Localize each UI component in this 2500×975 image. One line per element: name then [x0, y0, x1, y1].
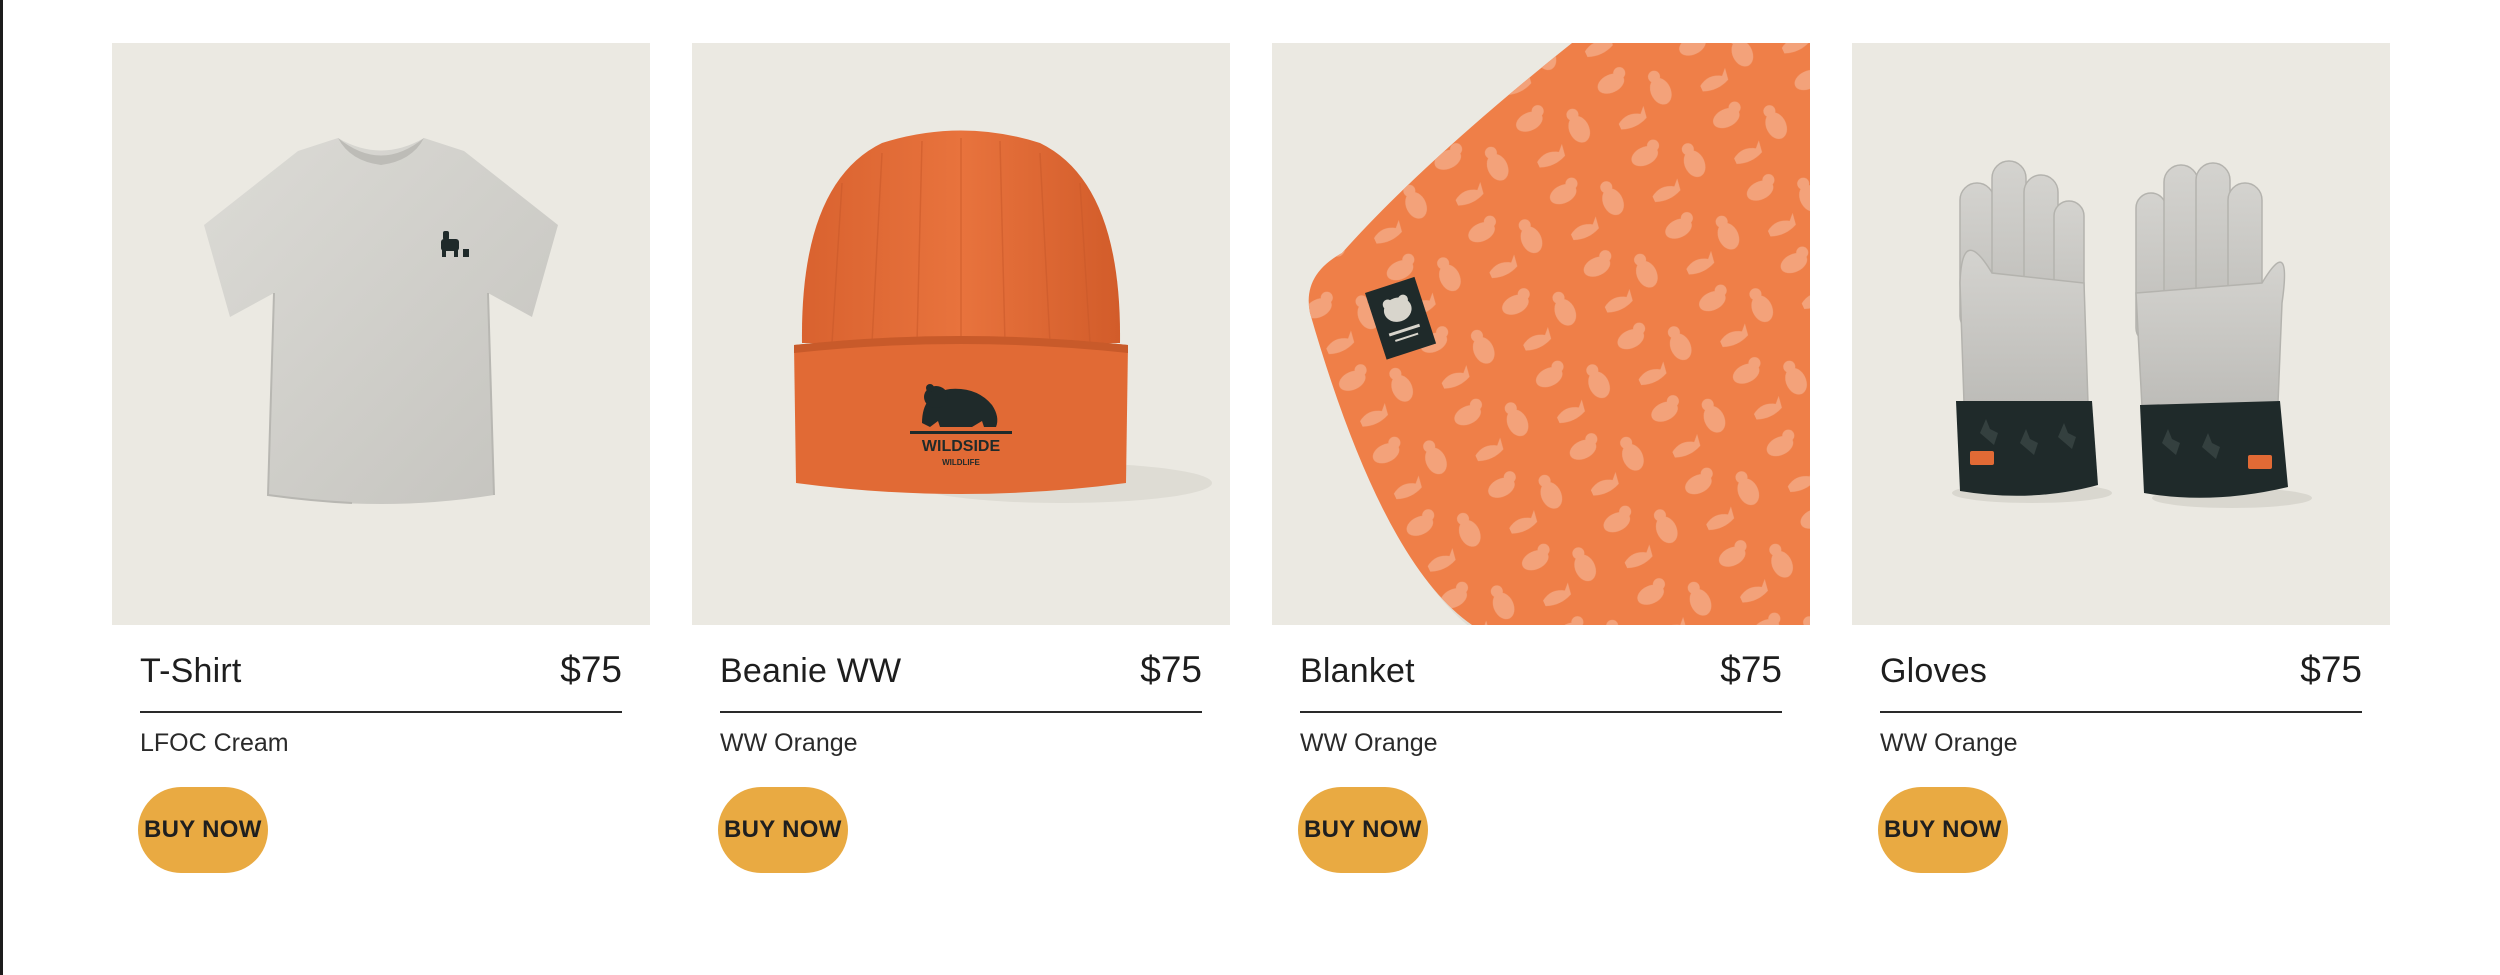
product-name[interactable]: Blanket [1300, 652, 1415, 691]
product-variant: WW Orange [720, 729, 858, 757]
buy-now-button[interactable]: BUY NOW [718, 787, 848, 873]
product-image-beanie[interactable]: WILDSIDE WILDLIFE [692, 43, 1230, 625]
product-variant: WW Orange [1300, 729, 1438, 757]
product-variant: LFOC Cream [140, 729, 289, 757]
gloves-image [1952, 160, 2312, 508]
product-card-blanket: Blanket $75 WW Orange BUY NOW [1272, 43, 1810, 873]
product-image-blanket[interactable] [1272, 43, 1810, 625]
beanie-image: WILDSIDE WILDLIFE [794, 130, 1212, 503]
product-card-beanie: WILDSIDE WILDLIFE Beanie WW $75 WW Orang… [692, 43, 1230, 873]
beanie-logo-text: WILDSIDE [922, 438, 1001, 455]
blanket-image [1308, 43, 1810, 625]
product-price: $75 [560, 649, 622, 690]
product-price: $75 [2300, 649, 2362, 690]
beanie-logo-subtext: WILDLIFE [942, 458, 980, 467]
product-title-row: Gloves $75 [1880, 625, 2362, 713]
product-card-tshirt: T-Shirt $75 LFOC Cream BUY NOW [112, 43, 650, 873]
product-grid: T-Shirt $75 LFOC Cream BUY NOW WILDSIDE … [112, 43, 2390, 873]
product-info-gloves: Gloves $75 WW Orange BUY NOW [1852, 625, 2390, 873]
product-title-row: Beanie WW $75 [720, 625, 1202, 713]
product-price: $75 [1720, 649, 1782, 690]
product-name[interactable]: Gloves [1880, 652, 1987, 691]
product-title-row: Blanket $75 [1300, 625, 1782, 713]
product-name[interactable]: Beanie WW [720, 652, 901, 691]
buy-now-button[interactable]: BUY NOW [1298, 787, 1428, 873]
product-variant: WW Orange [1880, 729, 2018, 757]
page-left-border [0, 0, 3, 975]
product-name[interactable]: T-Shirt [140, 652, 242, 691]
product-price: $75 [1140, 649, 1202, 690]
buy-now-button[interactable]: BUY NOW [138, 787, 268, 873]
product-image-tshirt[interactable] [112, 43, 650, 625]
tshirt-image [204, 138, 558, 504]
buy-now-button[interactable]: BUY NOW [1878, 787, 2008, 873]
product-card-gloves: Gloves $75 WW Orange BUY NOW [1852, 43, 2390, 873]
product-image-gloves[interactable] [1852, 43, 2390, 625]
product-info-blanket: Blanket $75 WW Orange BUY NOW [1272, 625, 1810, 873]
product-info-tshirt: T-Shirt $75 LFOC Cream BUY NOW [112, 625, 650, 873]
product-info-beanie: Beanie WW $75 WW Orange BUY NOW [692, 625, 1230, 873]
product-title-row: T-Shirt $75 [140, 625, 622, 713]
